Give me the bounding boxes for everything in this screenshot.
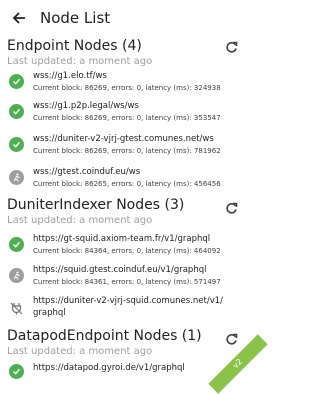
check-circle-icon: [9, 104, 24, 119]
back-button[interactable]: [8, 7, 30, 29]
node-url: wss://g1.elo.tf/ws: [33, 71, 107, 81]
page-title: Node List: [40, 9, 111, 27]
list-item[interactable]: https://squid.gtest.coinduf.eu/v1/graphq…: [0, 262, 249, 290]
refresh-icon: [225, 202, 237, 214]
node-detail: Current block: 84364, errors: 0, latency…: [33, 247, 221, 255]
list-item[interactable]: https://gt-squid.axiom-team.fr/v1/graphq…: [0, 231, 249, 259]
list-item[interactable]: wss://g1.elo.tf/ws Current block: 86269,…: [0, 68, 249, 96]
node-detail: Current block: 84361, errors: 0, latency…: [33, 278, 221, 286]
list-item[interactable]: wss://g1.p2p.legal/ws/ws Current block: …: [0, 98, 249, 126]
refresh-icon: [225, 41, 237, 53]
node-url: https://duniter-v2-vjrj-squid.comunes.ne…: [33, 296, 224, 306]
running-icon: [9, 170, 24, 185]
node-url: wss://duniter-v2-vjrj-gtest.comunes.net/…: [33, 134, 214, 144]
check-circle-icon: [9, 74, 24, 89]
refresh-button[interactable]: [224, 40, 238, 54]
node-url: https://datapod.gyroi.de/v1/graphql: [33, 363, 185, 373]
running-icon: [9, 268, 24, 283]
app-bar: Node List: [0, 0, 249, 36]
node-url: wss://g1.p2p.legal/ws/ws: [33, 101, 139, 111]
refresh-button[interactable]: [224, 332, 238, 346]
check-circle-icon: [9, 364, 24, 379]
node-detail: Current block: 86269, errors: 0, latency…: [33, 147, 221, 155]
node-url: wss://gtest.coinduf.eu/ws: [33, 167, 141, 177]
list-item[interactable]: wss://gtest.coinduf.eu/ws Current block:…: [0, 164, 249, 192]
node-detail: Current block: 86265, errors: 0, latency…: [33, 180, 221, 188]
section-last-updated: Last updated: a moment ago: [7, 56, 153, 67]
node-url: https://squid.gtest.coinduf.eu/v1/graphq…: [33, 265, 207, 275]
section-title-datapod: DatapodEndpoint Nodes (1): [7, 328, 202, 344]
node-detail: Current block: 86269, errors: 0, latency…: [33, 84, 221, 92]
node-url: https://gt-squid.axiom-team.fr/v1/graphq…: [33, 234, 211, 244]
section-last-updated: Last updated: a moment ago: [7, 346, 153, 357]
list-item[interactable]: https://duniter-v2-vjrj-squid.comunes.ne…: [0, 293, 249, 323]
list-item[interactable]: https://datapod.gyroi.de/v1/graphql: [0, 360, 249, 380]
plug-off-icon: [9, 301, 24, 316]
refresh-button[interactable]: [224, 201, 238, 215]
node-url-continuation: graphql: [33, 308, 66, 318]
refresh-icon: [225, 333, 237, 345]
check-circle-icon: [9, 237, 24, 252]
section-last-updated: Last updated: a moment ago: [7, 215, 153, 226]
node-detail: Current block: 86269, errors: 0, latency…: [33, 114, 221, 122]
section-title-indexer: DuniterIndexer Nodes (3): [7, 197, 185, 213]
arrow-left-icon: [12, 12, 25, 24]
section-title-endpoint: Endpoint Nodes (4): [7, 38, 142, 54]
check-circle-icon: [9, 137, 24, 152]
list-item[interactable]: wss://duniter-v2-vjrj-gtest.comunes.net/…: [0, 131, 249, 159]
